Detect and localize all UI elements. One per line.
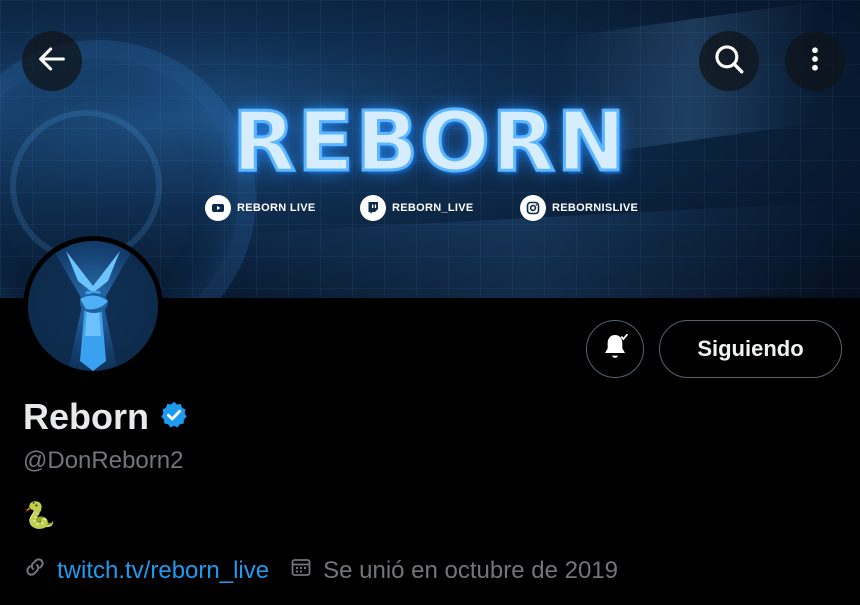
arrow-left-icon (35, 42, 69, 81)
profile-bio: 🐍 (23, 500, 56, 530)
banner-brand-text: REBORN (231, 95, 628, 190)
verified-badge-icon[interactable] (159, 400, 189, 435)
back-button[interactable] (22, 31, 82, 91)
website-link[interactable]: twitch.tv/reborn_live (57, 557, 269, 585)
search-icon (712, 42, 746, 81)
avatar-image (28, 241, 158, 371)
link-icon (23, 555, 47, 586)
banner-social-twitch: REBORN_LIVE (360, 194, 474, 222)
banner-social-youtube: REBORN LIVE (205, 194, 315, 222)
social-label: REBORN_LIVE (392, 202, 474, 214)
social-label: REBORN LIVE (237, 202, 316, 214)
join-date: Se unió en octubre de 2019 (323, 556, 618, 584)
display-name: Reborn (23, 396, 149, 437)
user-handle: @DonReborn2 (23, 447, 184, 474)
more-options-button[interactable] (785, 31, 845, 91)
notifications-button[interactable] (586, 320, 644, 378)
banner-social-instagram: REBORNISLIVE (520, 194, 638, 222)
banner-social-handles: REBORN LIVE REBORN_LIVE REBORNISLIVE (205, 194, 665, 222)
profile-meta: twitch.tv/reborn_live Se unió en octubre… (23, 555, 618, 586)
social-label: REBORNISLIVE (552, 202, 639, 214)
twitch-icon (360, 195, 386, 221)
bell-check-icon (599, 331, 631, 368)
profile-name-row: Reborn (23, 396, 189, 438)
instagram-icon (520, 195, 546, 221)
search-button[interactable] (699, 31, 759, 91)
avatar[interactable] (23, 236, 163, 376)
more-vertical-icon (800, 44, 830, 79)
youtube-icon (205, 195, 231, 221)
following-button[interactable]: Siguiendo (659, 320, 842, 378)
calendar-icon (289, 555, 313, 586)
